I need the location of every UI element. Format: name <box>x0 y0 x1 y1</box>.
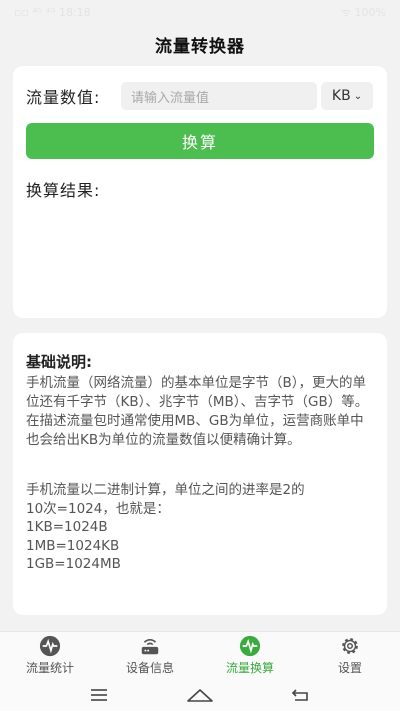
explanation-line: 1GB=1024MB <box>26 556 121 572</box>
tab-flow-stats[interactable]: 流量统计 <box>0 632 100 679</box>
explanation-line: 1KB=1024B <box>26 519 108 535</box>
tab-label: 流量换算 <box>225 661 274 675</box>
gear-icon <box>342 638 358 654</box>
status-left: ▫▫ ⁴ᴳ ⁴ᴳ 18:18 <box>14 5 91 19</box>
bottom-tab-bar: 流量统计 设备信息 流量换算 设置 <box>0 631 400 679</box>
unit-select-value: KB <box>331 88 351 104</box>
system-nav-bar <box>0 679 400 711</box>
converter-card: 流量数值: 请输入流量值 KB ⌄ 换算 换算结果: <box>13 66 387 318</box>
explanation-line: 1MB=1024KB <box>26 537 120 554</box>
convert-button[interactable]: 换算 <box>26 123 374 159</box>
pulse-circle-icon <box>239 635 261 657</box>
explanation-paragraph-2: 手机流量以二进制计算，单位之间的进率是2的 10次=1024，也就是： 1KB=… <box>26 481 376 574</box>
menu-icon[interactable] <box>88 687 110 703</box>
explanation-card: 基础说明: 手机流量（网络流量）的基本单位是字节（B），更大的单位还有千字节（K… <box>13 333 387 615</box>
app-bar: 流量转换器 <box>0 24 400 64</box>
explanation-line: 手机流量以二进制计算，单位之间的进率是2的 <box>26 482 305 498</box>
value-row: 流量数值: 请输入流量值 KB ⌄ <box>26 82 373 110</box>
tab-device-info[interactable]: 设备信息 <box>100 632 200 679</box>
back-icon[interactable] <box>290 687 312 703</box>
tab-label: 设备信息 <box>125 661 174 675</box>
tab-flow-convert[interactable]: 流量换算 <box>200 632 300 679</box>
home-icon[interactable] <box>186 687 214 703</box>
tab-settings[interactable]: 设置 <box>300 632 400 679</box>
chevron-down-icon: ⌄ <box>353 90 363 102</box>
page-title: 流量转换器 <box>155 36 245 57</box>
tab-label: 设置 <box>337 661 362 675</box>
result-label: 换算结果: <box>26 181 101 200</box>
status-bar: ▫▫ ⁴ᴳ ⁴ᴳ 18:18 ᯤ 100% <box>0 0 400 24</box>
value-label: 流量数值: <box>26 88 101 107</box>
pulse-circle-icon <box>39 635 61 657</box>
unit-select[interactable]: KB ⌄ <box>321 82 373 110</box>
status-right: ᯤ 100% <box>341 5 386 19</box>
explanation-line: 10次=1024，也就是： <box>26 500 170 517</box>
router-icon <box>141 639 159 655</box>
explanation-paragraph-1: 手机流量（网络流量）的基本单位是字节（B），更大的单位还有千字节（KB）、兆字节… <box>26 375 369 448</box>
explanation-heading: 基础说明: <box>26 353 92 371</box>
tab-label: 流量统计 <box>25 661 74 675</box>
flow-value-input[interactable]: 请输入流量值 <box>121 82 317 110</box>
